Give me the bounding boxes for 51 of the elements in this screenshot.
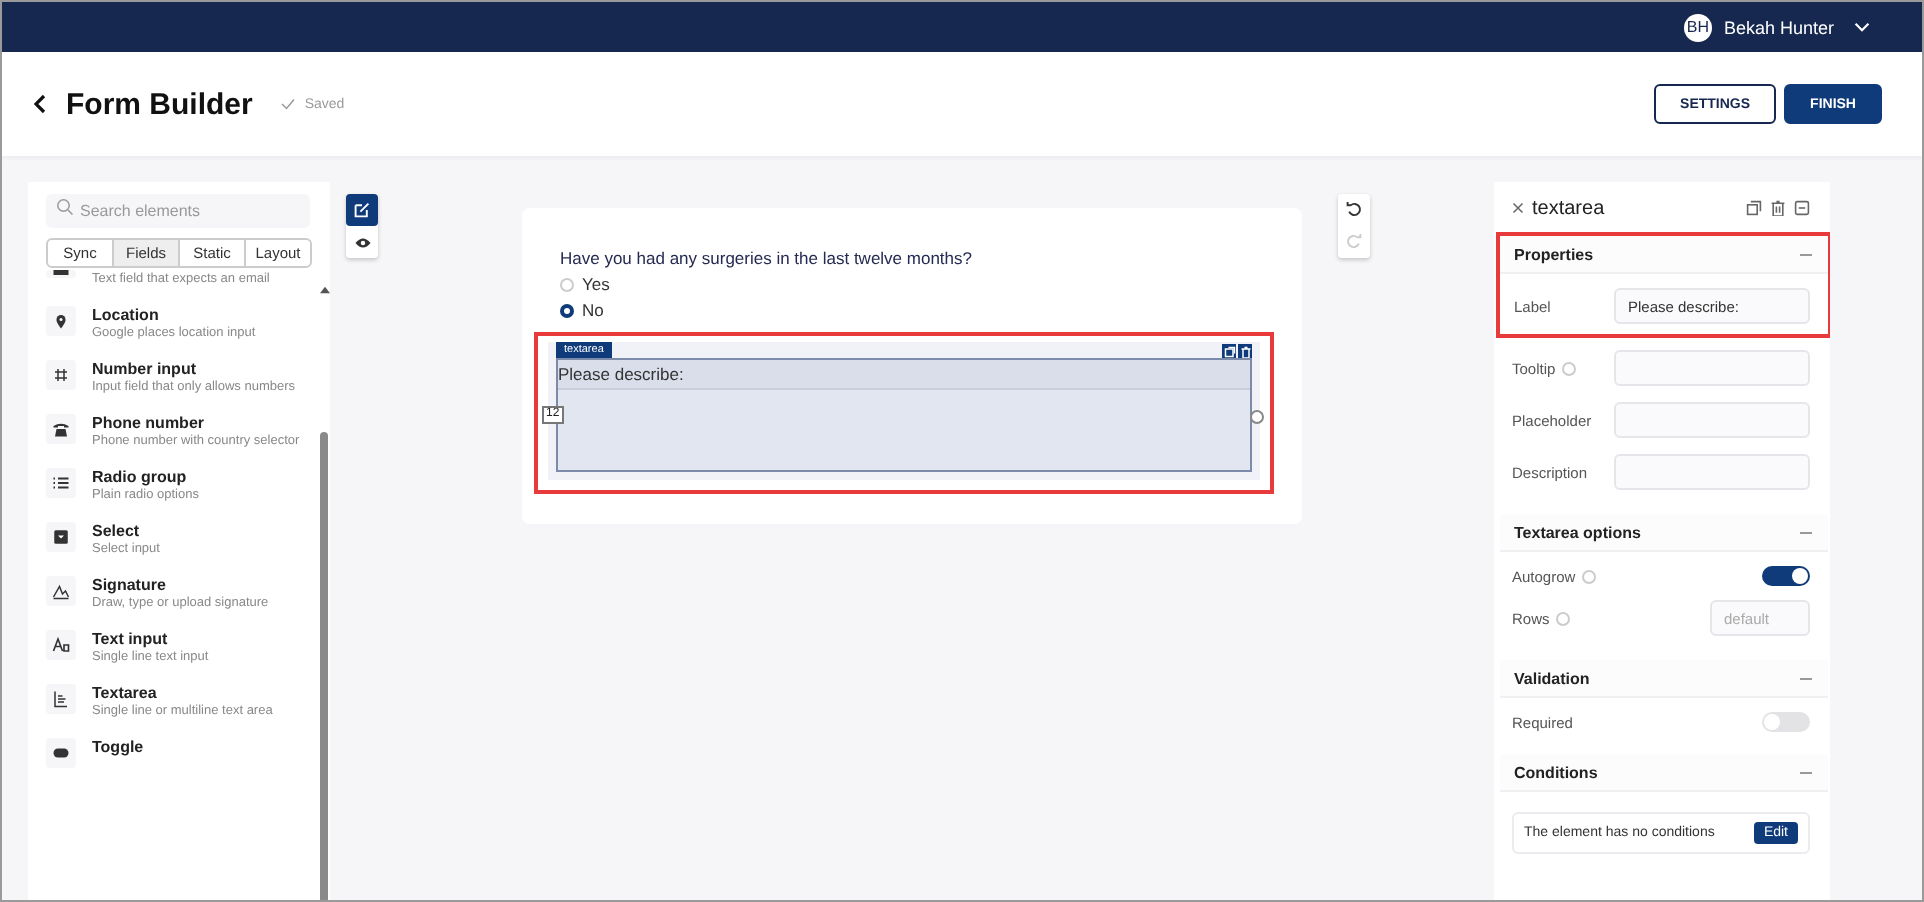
radio-field-icon [46, 468, 76, 498]
property-input[interactable] [1614, 350, 1810, 386]
search-icon [56, 198, 74, 216]
option-label: No [582, 300, 604, 320]
element-title[interactable]: Toggle [92, 732, 300, 756]
property-input[interactable] [1614, 454, 1810, 490]
option-label: Yes [582, 274, 610, 294]
scrollbar-thumb[interactable] [320, 432, 328, 900]
textarea-preview[interactable]: Please describe: [556, 358, 1252, 472]
scroll-up-icon[interactable] [320, 286, 330, 294]
textarea-field-icon [46, 684, 76, 714]
user-name[interactable]: Bekah Hunter [1723, 17, 1834, 37]
close-icon[interactable] [1512, 202, 1524, 214]
page-title: Form Builder [66, 87, 253, 121]
toggle-switch[interactable] [1762, 712, 1810, 732]
user-avatar[interactable]: BH [1683, 13, 1712, 41]
element-title[interactable]: Phone number [92, 408, 300, 432]
inspector-title: textarea [1532, 197, 1605, 219]
collapse-icon[interactable] [1794, 200, 1810, 216]
element-title[interactable]: Location [92, 300, 300, 324]
text-field-icon [46, 630, 76, 660]
search-field[interactable]: Search elements [46, 194, 310, 228]
section-title[interactable]: Conditions [1514, 763, 1598, 781]
location-field-icon [46, 306, 76, 336]
copy-icon[interactable] [1222, 344, 1236, 358]
element-title[interactable]: Number input [92, 354, 300, 378]
toggle-switch[interactable] [1762, 566, 1810, 586]
copy-icon[interactable] [1746, 200, 1762, 216]
element-title[interactable]: Radio group [92, 462, 300, 486]
edit-icon[interactable] [346, 194, 378, 226]
section-title[interactable]: Properties [1514, 245, 1594, 263]
toggle-field-icon [46, 738, 76, 768]
check-icon [280, 98, 297, 110]
element-title[interactable]: Select [92, 516, 300, 540]
chevron-down-icon[interactable] [1854, 22, 1870, 32]
phone-field-icon [46, 414, 76, 444]
element-title[interactable]: Textarea [92, 678, 300, 702]
section-title[interactable]: Textarea options [1514, 523, 1641, 541]
element-title[interactable]: Text input [92, 624, 300, 648]
element-title[interactable]: Signature [92, 570, 300, 594]
section-title[interactable]: Validation [1514, 669, 1590, 687]
number-field-icon [46, 360, 76, 390]
resize-handle[interactable] [1250, 410, 1264, 424]
select-field-icon [46, 522, 76, 552]
back-icon[interactable] [34, 94, 46, 114]
question-label: Have you had any surgeries in the last twelve months? [560, 248, 975, 268]
trash-icon[interactable] [1770, 200, 1786, 216]
property-input[interactable] [1614, 402, 1810, 438]
signature-field-icon [46, 576, 76, 606]
field-label: Please describe: [558, 360, 1250, 390]
radio-button[interactable] [560, 303, 574, 317]
